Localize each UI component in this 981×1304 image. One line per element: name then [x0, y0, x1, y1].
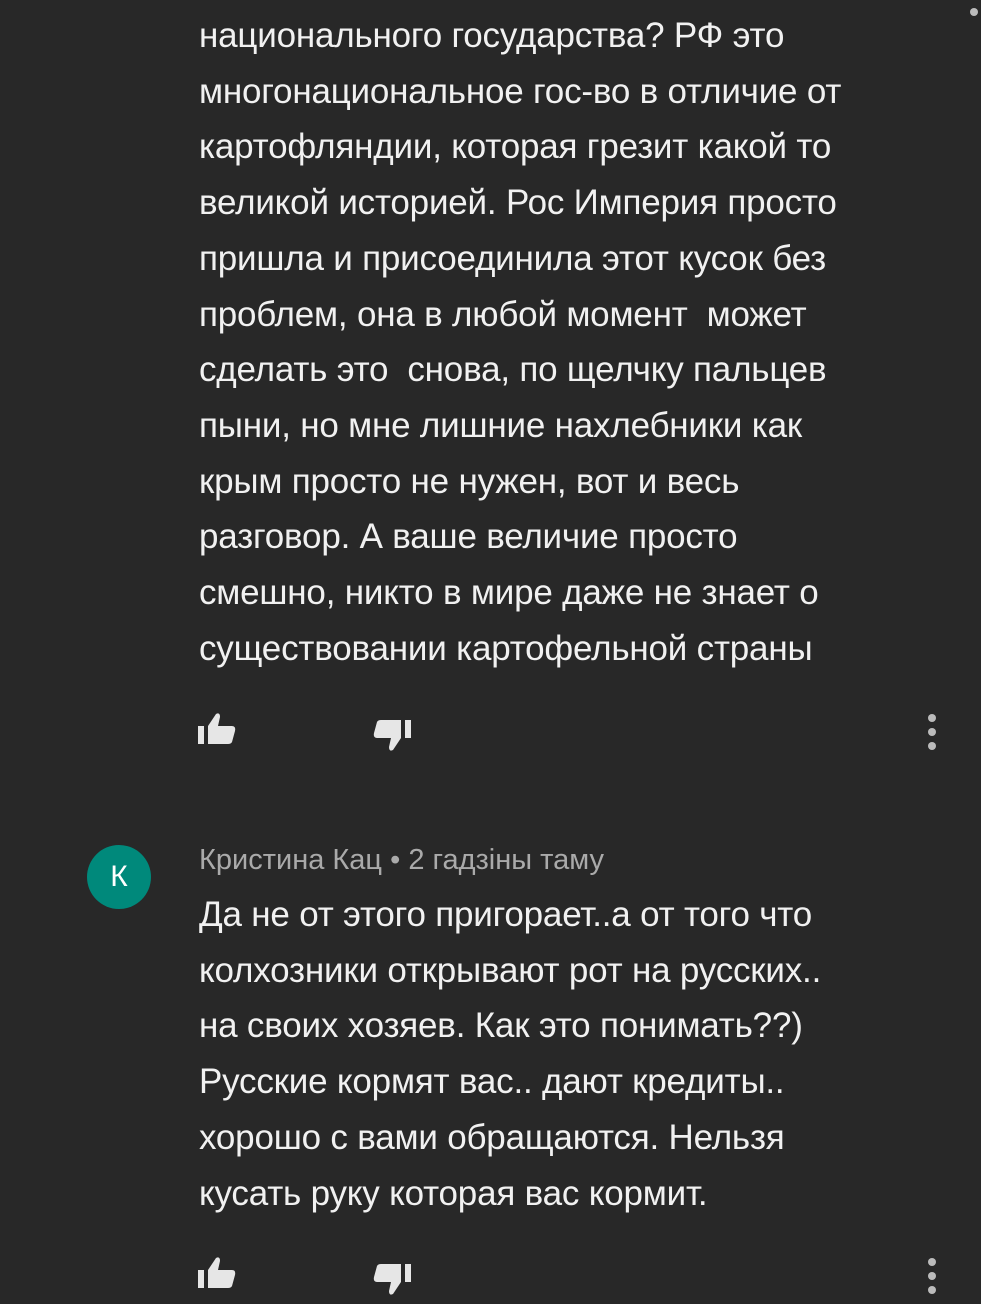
- top-more-button[interactable]: [950, 0, 980, 24]
- meta-separator: •: [390, 844, 401, 876]
- comment-2-dislike-button[interactable]: [369, 1256, 417, 1304]
- comment-1-line: пришла и присоединила этот кусок без: [199, 238, 827, 278]
- comment-1-line: многонациональное гос-во в отличие от: [199, 71, 842, 111]
- comment-1-line: национального государства? РФ это: [199, 16, 785, 55]
- more-vert-icon: [928, 714, 936, 750]
- comment-1-line: смешно, никто в мире даже не знает о: [199, 573, 819, 613]
- comment-1-more-button[interactable]: [908, 710, 956, 758]
- more-vert-icon: [928, 1258, 936, 1294]
- comment-2-text: Да не от этого пригорает..а от того что …: [199, 887, 959, 1221]
- thumbs-down-icon: [373, 1264, 411, 1295]
- comment-1-line: крым просто не нужен, вот и весь: [199, 461, 740, 501]
- comment-1-text: национального государства? РФ это многон…: [199, 8, 959, 676]
- comment-2-like-button[interactable]: [194, 1250, 242, 1298]
- thumbs-up-icon: [198, 713, 236, 744]
- comment-1-line: сделать это снова, по щелчку пальцев: [199, 350, 827, 390]
- comment-2-line: Да не от этого пригорает..а от того что: [199, 895, 812, 934]
- thumbs-up-icon: [198, 1257, 236, 1288]
- comment-1-line: великой историей. Рос Империя просто: [199, 183, 837, 223]
- comment-1-line: пыни, но мне лишние нахлебники как: [199, 405, 803, 445]
- comment-1-line: разговор. А ваше величие просто: [199, 517, 738, 557]
- comment-1-line: проблем, она в любой момент может: [199, 294, 807, 334]
- comment-2-line: колхозники открывают рот на русских..: [199, 950, 822, 990]
- comment-timestamp[interactable]: 2 гадзіны таму: [408, 844, 604, 876]
- avatar-letter: К: [110, 860, 128, 893]
- avatar[interactable]: К: [87, 845, 151, 909]
- comment-1-line: картофляндии, которая грезит какой то: [199, 127, 832, 167]
- comment-1-dislike-button[interactable]: [369, 712, 417, 760]
- comment-1-like-button[interactable]: [194, 706, 242, 754]
- comment-2-line: Русские кормят вас.. дают кредиты..: [199, 1062, 785, 1102]
- thumbs-down-icon: [373, 720, 411, 751]
- comment-1-line: существовании картофельной страны: [199, 628, 813, 668]
- comment-2-line: на своих хозяев. Как это понимать??): [199, 1006, 803, 1046]
- comment-2-meta: Кристина Кац • 2 гадзіны таму: [199, 838, 604, 882]
- comment-2-more-button[interactable]: [908, 1254, 956, 1302]
- more-vert-icon: [970, 8, 978, 16]
- comment-2-line: кусать руку которая вас кормит.: [199, 1173, 708, 1213]
- comment-2-line: хорошо с вами обращаются. Нельзя: [199, 1117, 785, 1157]
- author-name[interactable]: Кристина Кац: [199, 844, 382, 876]
